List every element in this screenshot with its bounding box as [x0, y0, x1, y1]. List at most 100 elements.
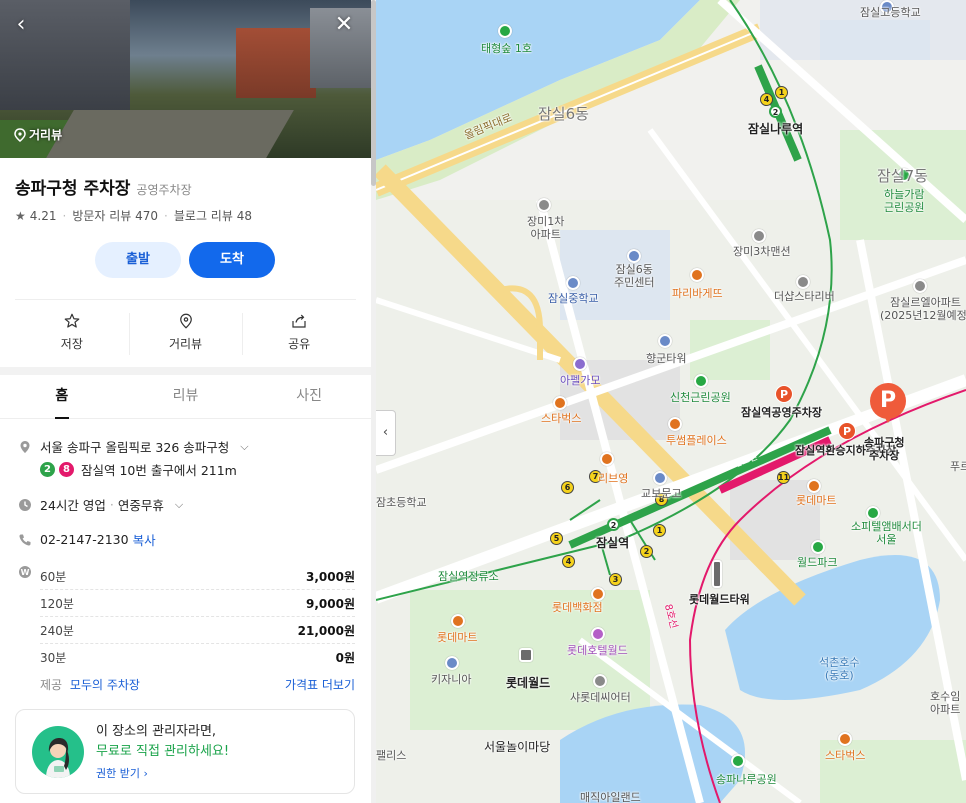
apartment-poi-icon[interactable] [796, 275, 810, 289]
station-exit-marker[interactable]: 1 [775, 86, 788, 99]
theater-poi-icon[interactable] [593, 674, 607, 688]
map-label-jangmi1[interactable]: 장미1차 아파트 [527, 215, 564, 241]
transfer-parking-pin[interactable]: P [838, 422, 856, 440]
map-label-jamsil-highschool[interactable]: 잠실고등학교 [860, 6, 921, 19]
department-store-poi-icon[interactable] [591, 587, 605, 601]
map-label-paris[interactable]: 파리바게뜨 [672, 287, 723, 300]
shop-poi-icon[interactable] [573, 357, 587, 371]
save-button[interactable]: 저장 [15, 300, 129, 357]
phone-text[interactable]: 02-2147-2130 [40, 532, 129, 547]
cafe-poi-icon[interactable] [668, 417, 682, 431]
owner-claim-card[interactable]: 이 장소의 관리자라면, 무료로 직접 관리하세요! 권한 받기 › [15, 709, 355, 794]
office-poi-icon[interactable] [627, 249, 641, 263]
park-poi-icon[interactable] [811, 540, 825, 554]
tab-reviews[interactable]: 리뷰 [124, 375, 248, 418]
shop-poi-icon[interactable] [600, 452, 614, 466]
station-exit-marker[interactable]: 6 [561, 481, 574, 494]
map-label-jamsil6-center[interactable]: 잠실6동 주민센터 [614, 263, 654, 289]
map-label-starbucks1[interactable]: 스타벅스 [541, 412, 581, 425]
hotel-poi-icon[interactable] [591, 627, 605, 641]
mart-poi-icon[interactable] [451, 614, 465, 628]
map-label-songpa-parking[interactable]: 송파구청 주차장 [864, 436, 904, 462]
map-label-public-parking[interactable]: 잠실역공영주차장 [741, 406, 822, 419]
apartment-poi-icon[interactable] [537, 198, 551, 212]
address-row[interactable]: 서울 송파구 올림픽로 326 송파구청 ⌵ [18, 437, 249, 456]
map-label-palace[interactable]: 팰리스 [376, 749, 406, 762]
station-exit-marker[interactable]: 3 [609, 573, 622, 586]
line2-station-marker[interactable]: 2 [769, 105, 782, 118]
map-label-apelgamo[interactable]: 아펠가모 [560, 374, 600, 387]
bookstore-poi-icon[interactable] [653, 471, 667, 485]
map-label-taehyung[interactable]: 태형숲 1호 [481, 42, 532, 55]
map-label-sofitel[interactable]: 소피텔앰배서더 서울 [851, 520, 922, 546]
map-label-jamsil-stop[interactable]: 잠실역정류소 [438, 570, 499, 583]
station-exit-marker[interactable]: 4 [562, 555, 575, 568]
station-exit-marker[interactable]: 5 [550, 532, 563, 545]
station-exit-marker[interactable]: 4 [760, 93, 773, 106]
station-exit-marker[interactable]: 11 [777, 471, 790, 484]
map-label-jamsil-station[interactable]: 잠실역 [596, 537, 629, 550]
public-parking-pin[interactable]: P [775, 385, 793, 403]
arrive-button[interactable]: 도착 [189, 242, 275, 278]
landmark-poi-icon[interactable] [712, 560, 722, 588]
bakery-poi-icon[interactable] [690, 268, 704, 282]
map-label-kidzania[interactable]: 키자니아 [431, 673, 471, 686]
map-label-jamsil-middle[interactable]: 잠실중학교 [548, 292, 599, 305]
mart-poi-icon[interactable] [807, 479, 821, 493]
roadview-button[interactable]: 거리뷰 [128, 300, 243, 357]
selected-parking-pin[interactable]: P [870, 383, 906, 423]
roadview-tag[interactable]: 거리뷰 [14, 126, 62, 143]
map-label-lotte-mart1[interactable]: 롯데마트 [796, 494, 836, 507]
map-label-pu[interactable]: 푸르 [950, 460, 966, 473]
tab-home[interactable]: 홈 [0, 375, 124, 419]
map-label-songpa-naru[interactable]: 송파나루공원 [716, 773, 777, 786]
map-label-gyobo[interactable]: 교보문고 [641, 487, 681, 500]
hotel-poi-icon[interactable] [866, 506, 880, 520]
share-button[interactable]: 공유 [242, 300, 356, 357]
map-label-starbucks2[interactable]: 스타벅스 [825, 749, 865, 762]
station-exit-marker[interactable]: 1 [653, 524, 666, 537]
blog-reviews-link[interactable]: 블로그 리뷰 48 [174, 207, 252, 224]
cafe-poi-icon[interactable] [838, 732, 852, 746]
castle-poi-icon[interactable] [519, 648, 533, 662]
close-icon[interactable]: ✕ [333, 14, 355, 36]
map-label-lotte-world[interactable]: 롯데월드 [506, 677, 550, 690]
map-label-seoul-play[interactable]: 서울놀이마당 [484, 741, 550, 754]
map-label-jamsilnaru[interactable]: 잠실나루역 [748, 123, 803, 136]
map-label-seokchon-lake[interactable]: 석촌호수 (동호) [819, 656, 859, 682]
provider-link[interactable]: 모두의 주차장 [70, 678, 140, 692]
collapse-panel-button[interactable]: ‹ [376, 410, 396, 456]
office-poi-icon[interactable] [658, 334, 672, 348]
panel-scrollbar-thumb[interactable] [371, 0, 376, 186]
map-label-jamsil-ell[interactable]: 잠실르엘아파트 (2025년12월예정) [880, 296, 966, 322]
map-label-twosome[interactable]: 투썸플레이스 [666, 434, 727, 447]
map-label-lotte-hotel[interactable]: 롯데호텔월드 [567, 644, 628, 657]
map-label-shadow-theater[interactable]: 샤롯데씨어터 [570, 691, 631, 704]
back-icon[interactable]: ‹ [10, 14, 32, 36]
map-label-world-park[interactable]: 월드파크 [797, 556, 837, 569]
map-label-magic-island[interactable]: 매직아일랜드 [580, 791, 641, 803]
park-poi-icon[interactable] [731, 754, 745, 768]
map-label-dusap[interactable]: 더샵스타리버 [774, 290, 835, 303]
map-label-lotte-world-tower[interactable]: 롯데월드타워 [689, 593, 750, 606]
station-exit-marker[interactable]: 2 [640, 545, 653, 558]
map-label-lotte-dept[interactable]: 롯데백화점 [552, 601, 603, 614]
map-label-hosu-apt[interactable]: 호수임 아파트 [930, 690, 960, 716]
map-label-elementary[interactable]: 잠초등학교 [376, 496, 427, 509]
map-label-shincheon[interactable]: 신천근린공원 [670, 391, 731, 404]
chevron-down-icon[interactable]: ⌵ [175, 498, 183, 512]
cafe-poi-icon[interactable] [553, 396, 567, 410]
apartment-poi-icon[interactable] [913, 279, 927, 293]
map-label-haneul-park[interactable]: 하늘가람 근린공원 [884, 188, 924, 214]
hours-row[interactable]: 24시간 영업 · 연중무휴 ⌵ [18, 495, 183, 514]
school-poi-icon[interactable] [566, 276, 580, 290]
more-prices-link[interactable]: 가격표 더보기 [285, 676, 355, 693]
attraction-poi-icon[interactable] [445, 656, 459, 670]
map-label-ribyeong[interactable]: 리브영 [598, 472, 628, 485]
map-label-hyanggun[interactable]: 향군타워 [646, 352, 686, 365]
copy-phone-button[interactable]: 복사 [133, 530, 156, 549]
depart-button[interactable]: 출발 [95, 242, 181, 278]
park-poi-icon[interactable] [694, 374, 708, 388]
park-poi-icon[interactable] [498, 24, 512, 38]
roadview-photo[interactable]: ‹ ✕ 거리뷰 [0, 0, 371, 158]
